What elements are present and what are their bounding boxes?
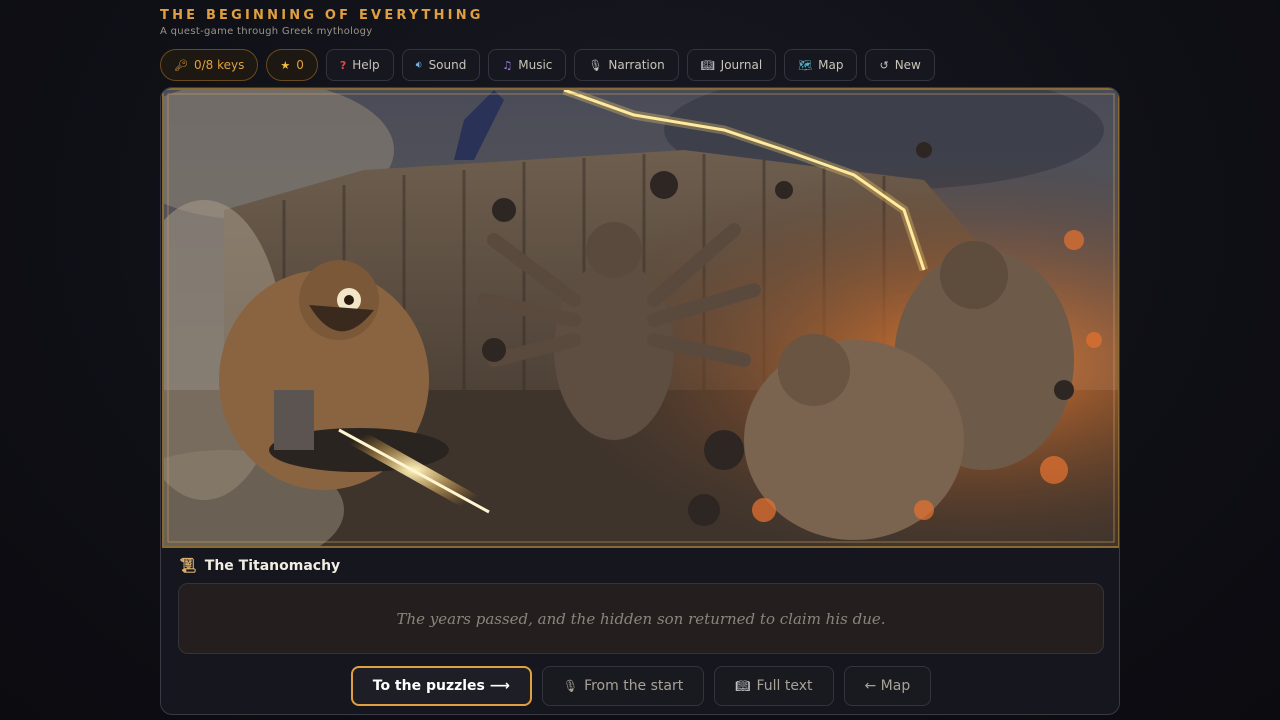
new-game-label: New xyxy=(894,58,921,72)
from-start-label: From the start xyxy=(584,678,684,694)
back-to-map-button[interactable]: ← Map xyxy=(843,666,932,706)
microphone-icon: 🎙︎ xyxy=(562,679,579,693)
toolbar: 🔑︎ 0/8 keys ★ 0 ? Help 🔉︎ Sound ♫ Music … xyxy=(160,49,935,81)
narration-label: Narration xyxy=(608,58,665,72)
to-puzzles-button[interactable]: To the puzzles ⟶ xyxy=(350,666,532,706)
music-button[interactable]: ♫ Music xyxy=(488,49,567,81)
microphone-icon: 🎙︎ xyxy=(588,58,603,72)
music-label: Music xyxy=(518,58,553,72)
key-icon: 🔑︎ xyxy=(174,58,188,72)
music-note-icon: ♫ xyxy=(502,58,513,72)
journal-button[interactable]: 📖︎ Journal xyxy=(686,49,777,81)
game-header: THE BEGINNING OF EVERYTHING A quest-game… xyxy=(160,8,484,37)
map-button[interactable]: 🗺︎ Map xyxy=(784,49,858,81)
sound-label: Sound xyxy=(428,58,467,72)
chapter-title: The Titanomachy xyxy=(204,558,341,574)
new-game-button[interactable]: ↺ New xyxy=(865,49,935,81)
to-puzzles-label: To the puzzles ⟶ xyxy=(372,678,510,694)
narration-button[interactable]: 🎙︎ Narration xyxy=(574,49,679,81)
journal-label: Journal xyxy=(720,58,763,72)
help-button[interactable]: ? Help xyxy=(325,49,394,81)
book-icon: 📖︎ xyxy=(735,679,751,693)
scene-illustration xyxy=(162,88,1119,548)
map-icon: 🗺︎ xyxy=(798,58,813,72)
keys-counter-label: 0/8 keys xyxy=(193,58,245,72)
chapter-heading: 📜︎ The Titanomachy xyxy=(179,558,340,574)
keys-counter-button[interactable]: 🔑︎ 0/8 keys xyxy=(160,49,259,81)
back-to-map-label: ← Map xyxy=(864,678,911,694)
full-text-label: Full text xyxy=(756,678,813,694)
speaker-icon: 🔉︎ xyxy=(415,58,423,71)
from-start-button[interactable]: 🎙︎ From the start xyxy=(541,666,705,706)
stars-counter-button[interactable]: ★ 0 xyxy=(266,49,318,81)
narration-text: The years passed, and the hidden son ret… xyxy=(396,609,886,628)
story-card: 📜︎ The Titanomachy The years passed, and… xyxy=(160,87,1120,715)
sound-button[interactable]: 🔉︎ Sound xyxy=(401,49,481,81)
refresh-icon: ↺ xyxy=(879,58,889,72)
question-icon: ? xyxy=(339,58,347,72)
book-icon: 📖︎ xyxy=(700,58,715,72)
full-text-button[interactable]: 📖︎ Full text xyxy=(714,666,834,706)
action-bar: To the puzzles ⟶ 🎙︎ From the start 📖︎ Fu… xyxy=(161,666,1119,706)
game-subtitle: A quest-game through Greek mythology xyxy=(160,26,373,37)
help-label: Help xyxy=(352,58,380,72)
star-icon: ★ xyxy=(280,58,291,72)
game-title: THE BEGINNING OF EVERYTHING xyxy=(160,8,484,23)
stars-counter-label: 0 xyxy=(296,58,304,72)
map-label: Map xyxy=(818,58,844,72)
scroll-icon: 📜︎ xyxy=(179,558,197,574)
scene-artwork xyxy=(164,90,1118,546)
narration-box: The years passed, and the hidden son ret… xyxy=(178,583,1104,654)
